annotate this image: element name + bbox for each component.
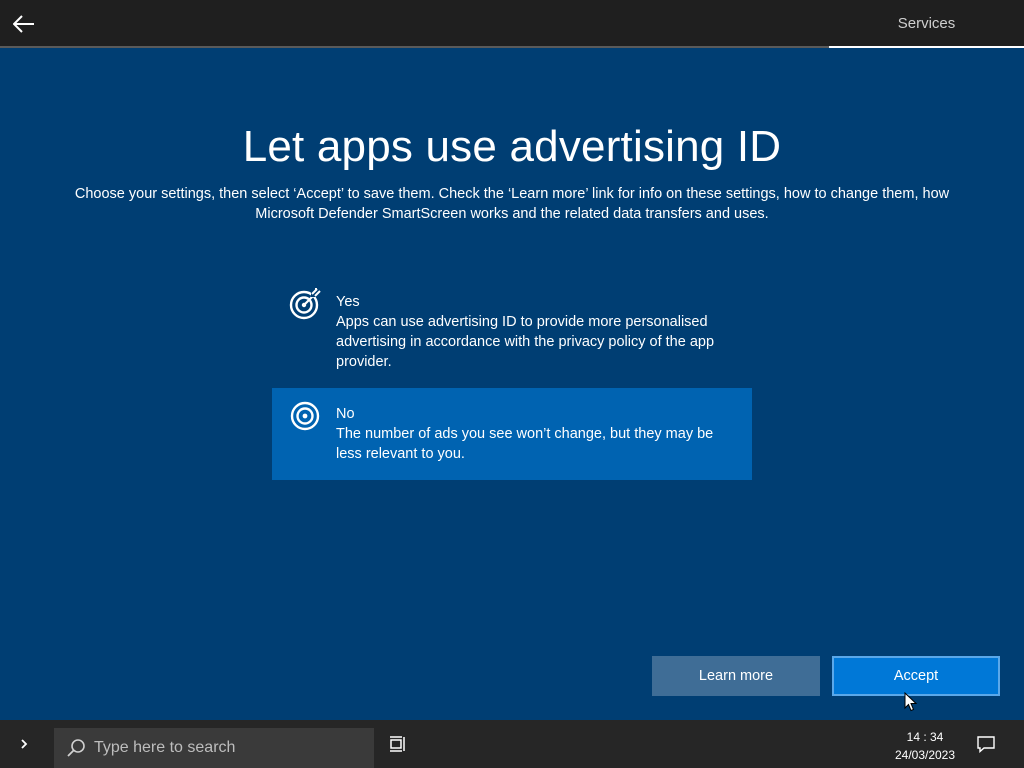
taskbar: Type here to search 14 : 34 24/03/2023: [0, 720, 1024, 768]
top-bar: Services: [0, 0, 1024, 48]
tab-services-label: Services: [897, 14, 956, 32]
option-yes-description: Apps can use advertising ID to provide m…: [336, 314, 715, 370]
target-arrow-icon: [289, 288, 321, 320]
tab-services: Services: [829, 0, 1024, 46]
taskbar-clock[interactable]: 14 : 34 24/03/2023: [880, 728, 970, 764]
option-no-title: No: [336, 406, 355, 422]
taskbar-search-box[interactable]: Type here to search: [54, 728, 374, 768]
accept-button[interactable]: Accept: [832, 656, 1000, 696]
target-icon: [290, 401, 320, 431]
search-input[interactable]: Type here to search: [94, 739, 235, 757]
notification-icon: [977, 736, 995, 753]
option-yes-title: Yes: [336, 294, 360, 310]
page-subtitle: Choose your settings, then select ‘Accep…: [74, 186, 950, 222]
page-title: Let apps use advertising ID: [242, 122, 782, 171]
option-yes[interactable]: Yes Apps can use advertising ID to provi…: [272, 288, 752, 380]
search-icon: [67, 739, 85, 757]
chevron-right-icon: [21, 739, 28, 749]
tab-services-underline: [829, 46, 1024, 48]
notification-center-button[interactable]: [966, 720, 1006, 768]
learn-more-button[interactable]: Learn more: [652, 656, 820, 696]
task-view-icon: [390, 736, 405, 752]
arrow-left-icon: [13, 15, 34, 33]
task-view-button[interactable]: [378, 720, 418, 768]
taskbar-expand-button[interactable]: [0, 720, 48, 768]
clock-date: 24/03/2023: [894, 748, 956, 762]
clock-time: 14 : 34: [906, 730, 944, 744]
back-button[interactable]: [8, 8, 40, 40]
option-no[interactable]: No The number of ads you see won’t chang…: [272, 388, 752, 480]
mouse-cursor-icon: [904, 692, 918, 712]
option-no-description: The number of ads you see won’t change, …: [336, 426, 714, 462]
